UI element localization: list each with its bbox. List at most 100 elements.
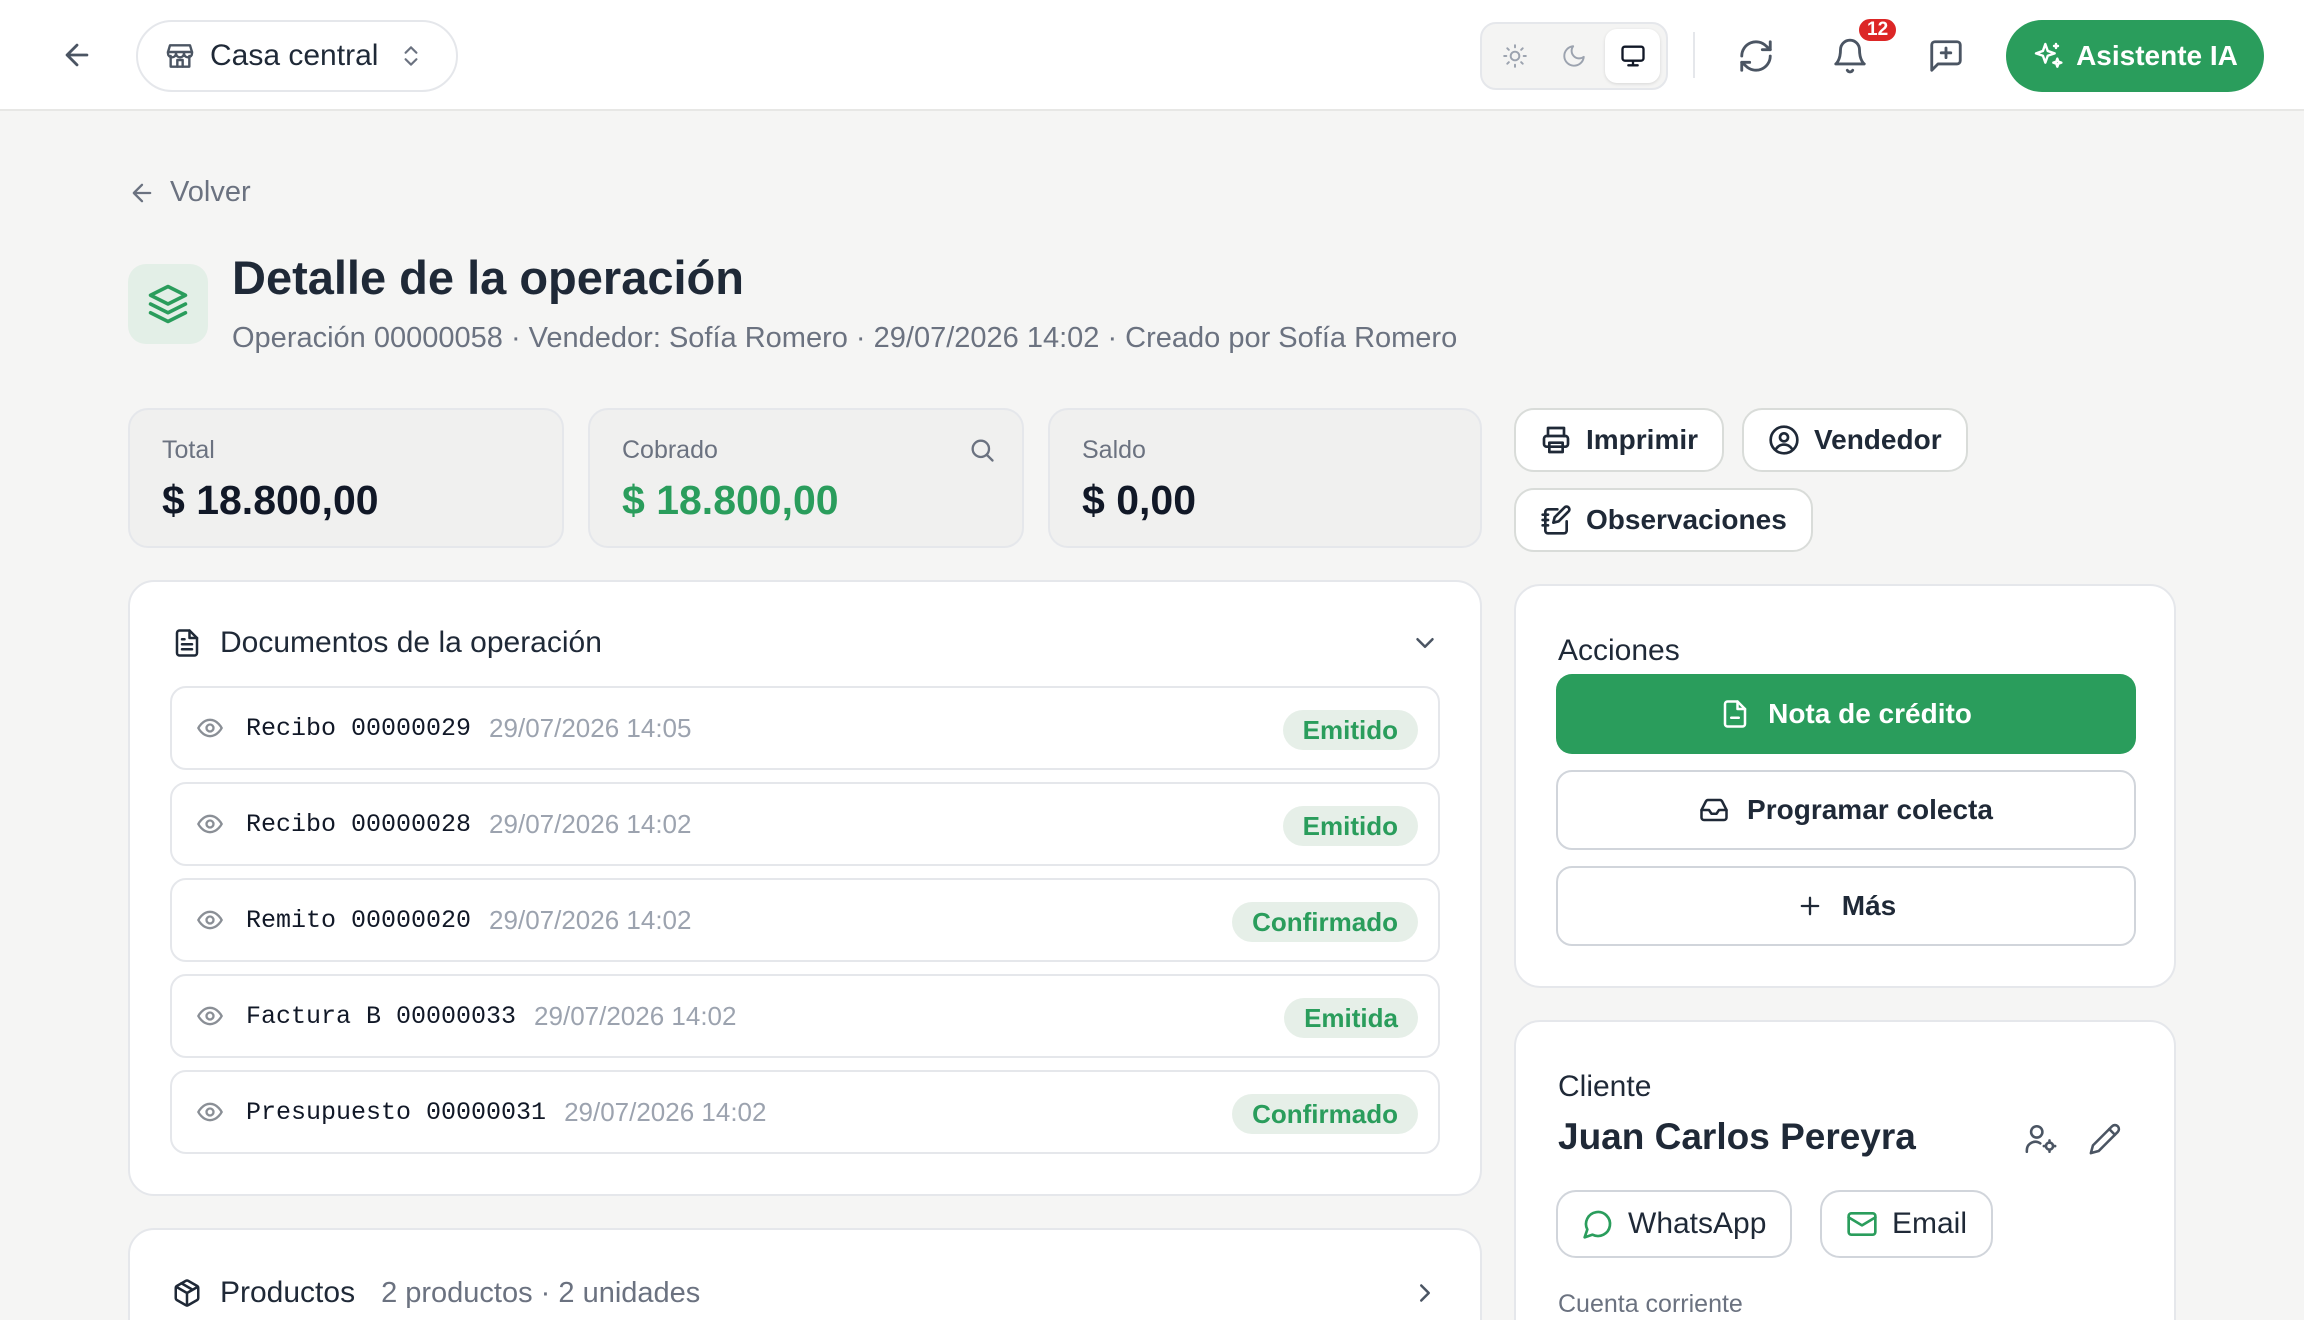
client-title: Cliente xyxy=(1558,1070,1652,1103)
print-label: Imprimir xyxy=(1586,424,1699,455)
document-row[interactable]: Recibo 00000029 29/07/2026 14:05 Emitido xyxy=(170,686,1440,770)
products-title: Productos xyxy=(220,1276,356,1309)
chevron-down-icon[interactable] xyxy=(1410,628,1440,658)
document-name: Remito 00000020 xyxy=(246,905,472,935)
branch-label: Casa central xyxy=(210,39,379,72)
eye-icon[interactable] xyxy=(196,1002,224,1030)
printer-icon xyxy=(1540,424,1572,456)
stat-saldo-label: Saldo xyxy=(1082,436,1146,464)
message-plus-icon[interactable] xyxy=(1920,30,1972,82)
schedule-pickup-label: Programar colecta xyxy=(1747,794,1993,825)
actions-title: Acciones xyxy=(1558,634,1680,667)
document-row[interactable]: Remito 00000020 29/07/2026 14:02 Confirm… xyxy=(170,878,1440,962)
status-badge: Confirmado xyxy=(1232,1094,1418,1134)
notes-label: Observaciones xyxy=(1586,504,1787,535)
top-bar: Casa central 12 Asistente IA xyxy=(0,0,2304,111)
more-button[interactable]: Más xyxy=(1556,866,2136,946)
back-link-label: Volver xyxy=(170,176,251,208)
page-subtitle: Operación 00000058 · Vendedor: Sofía Rom… xyxy=(232,322,1458,354)
whatsapp-label: WhatsApp xyxy=(1628,1207,1767,1240)
theme-switcher xyxy=(1480,22,1668,90)
pencil-icon[interactable] xyxy=(2088,1122,2122,1156)
sun-icon[interactable] xyxy=(1488,29,1543,83)
document-row[interactable]: Presupuesto 00000031 29/07/2026 14:02 Co… xyxy=(170,1070,1440,1154)
back-arrow-icon[interactable] xyxy=(52,30,102,80)
ai-assistant-button[interactable]: Asistente IA xyxy=(2006,20,2264,92)
status-badge: Emitida xyxy=(1284,998,1418,1038)
branch-selector[interactable]: Casa central xyxy=(136,20,458,92)
chevron-up-down-icon xyxy=(398,43,424,69)
stat-saldo: Saldo $ 0,00 xyxy=(1048,408,1482,548)
seller-label: Vendedor xyxy=(1814,424,1942,455)
credit-note-button[interactable]: Nota de crédito xyxy=(1556,674,2136,754)
inbox-icon xyxy=(1699,795,1729,825)
eye-icon[interactable] xyxy=(196,906,224,934)
schedule-pickup-button[interactable]: Programar colecta xyxy=(1556,770,2136,850)
divider xyxy=(1693,32,1695,78)
stat-cobrado: Cobrado $ 18.800,00 xyxy=(588,408,1024,548)
message-circle-icon xyxy=(1582,1208,1614,1240)
email-button[interactable]: Email xyxy=(1820,1190,1994,1258)
notebook-pen-icon xyxy=(1540,504,1572,536)
refresh-icon[interactable] xyxy=(1730,30,1782,82)
documents-card: Documentos de la operación Recibo 000000… xyxy=(128,580,1482,1196)
arrow-left-icon xyxy=(128,179,156,207)
page-title: Detalle de la operación xyxy=(232,251,744,304)
status-badge: Confirmado xyxy=(1232,902,1418,942)
document-date: 29/07/2026 14:02 xyxy=(564,1096,767,1127)
document-date: 29/07/2026 14:02 xyxy=(489,808,692,839)
chevron-right-icon[interactable] xyxy=(1410,1278,1440,1308)
plus-icon xyxy=(1796,892,1824,920)
seller-button[interactable]: Vendedor xyxy=(1742,408,1968,472)
layers-icon xyxy=(128,264,208,344)
stat-total: Total $ 18.800,00 xyxy=(128,408,564,548)
products-card[interactable]: Productos 2 productos · 2 unidades xyxy=(128,1228,1482,1320)
stat-total-value: $ 18.800,00 xyxy=(162,477,379,523)
print-button[interactable]: Imprimir xyxy=(1514,408,1725,472)
moon-icon[interactable] xyxy=(1547,29,1602,83)
mail-icon xyxy=(1846,1208,1878,1240)
document-row[interactable]: Factura B 00000033 29/07/2026 14:02 Emit… xyxy=(170,974,1440,1058)
credit-note-label: Nota de crédito xyxy=(1768,698,1972,729)
monitor-icon[interactable] xyxy=(1605,29,1661,83)
actions-card: Acciones Nota de crédito Programar colec… xyxy=(1514,584,2176,988)
user-cog-icon[interactable] xyxy=(2024,1122,2058,1156)
products-meta: 2 productos · 2 unidades xyxy=(381,1276,701,1309)
notes-button[interactable]: Observaciones xyxy=(1514,488,1813,552)
more-label: Más xyxy=(1841,890,1897,921)
search-icon[interactable] xyxy=(968,436,996,464)
status-badge: Emitido xyxy=(1282,806,1418,846)
products-header: Productos 2 productos · 2 unidades xyxy=(172,1276,700,1310)
file-icon xyxy=(1720,699,1750,729)
document-name: Recibo 00000028 xyxy=(246,809,472,839)
client-name: Juan Carlos Pereyra xyxy=(1558,1116,1916,1157)
notifications-badge: 12 xyxy=(1856,16,1900,44)
document-name: Presupuesto 00000031 xyxy=(246,1097,547,1127)
document-name: Factura B 00000033 xyxy=(246,1001,517,1031)
documents-title: Documentos de la operación xyxy=(220,626,602,659)
email-label: Email xyxy=(1892,1207,1968,1240)
file-text-icon xyxy=(172,628,202,658)
stat-saldo-value: $ 0,00 xyxy=(1082,477,1196,523)
status-badge: Emitido xyxy=(1282,710,1418,750)
whatsapp-button[interactable]: WhatsApp xyxy=(1556,1190,1793,1258)
sparkles-icon xyxy=(2032,40,2064,72)
eye-icon[interactable] xyxy=(196,714,224,742)
client-card: Cliente Juan Carlos Pereyra WhatsApp Ema… xyxy=(1514,1020,2176,1320)
eye-icon[interactable] xyxy=(196,810,224,838)
document-name: Recibo 00000029 xyxy=(246,713,472,743)
document-row[interactable]: Recibo 00000028 29/07/2026 14:02 Emitido xyxy=(170,782,1440,866)
back-link[interactable]: Volver xyxy=(128,176,251,209)
user-circle-icon xyxy=(1768,424,1800,456)
current-account-label: Cuenta corriente xyxy=(1558,1290,1743,1318)
document-date: 29/07/2026 14:02 xyxy=(489,904,692,935)
store-icon xyxy=(164,40,196,72)
stat-total-label: Total xyxy=(162,436,215,464)
stat-cobrado-label: Cobrado xyxy=(622,436,718,464)
stat-cobrado-value: $ 18.800,00 xyxy=(622,477,839,523)
documents-header[interactable]: Documentos de la operación xyxy=(172,626,602,660)
eye-icon[interactable] xyxy=(196,1098,224,1126)
document-date: 29/07/2026 14:05 xyxy=(489,712,692,743)
ai-assistant-label: Asistente IA xyxy=(2076,40,2238,71)
document-date: 29/07/2026 14:02 xyxy=(534,1000,737,1031)
